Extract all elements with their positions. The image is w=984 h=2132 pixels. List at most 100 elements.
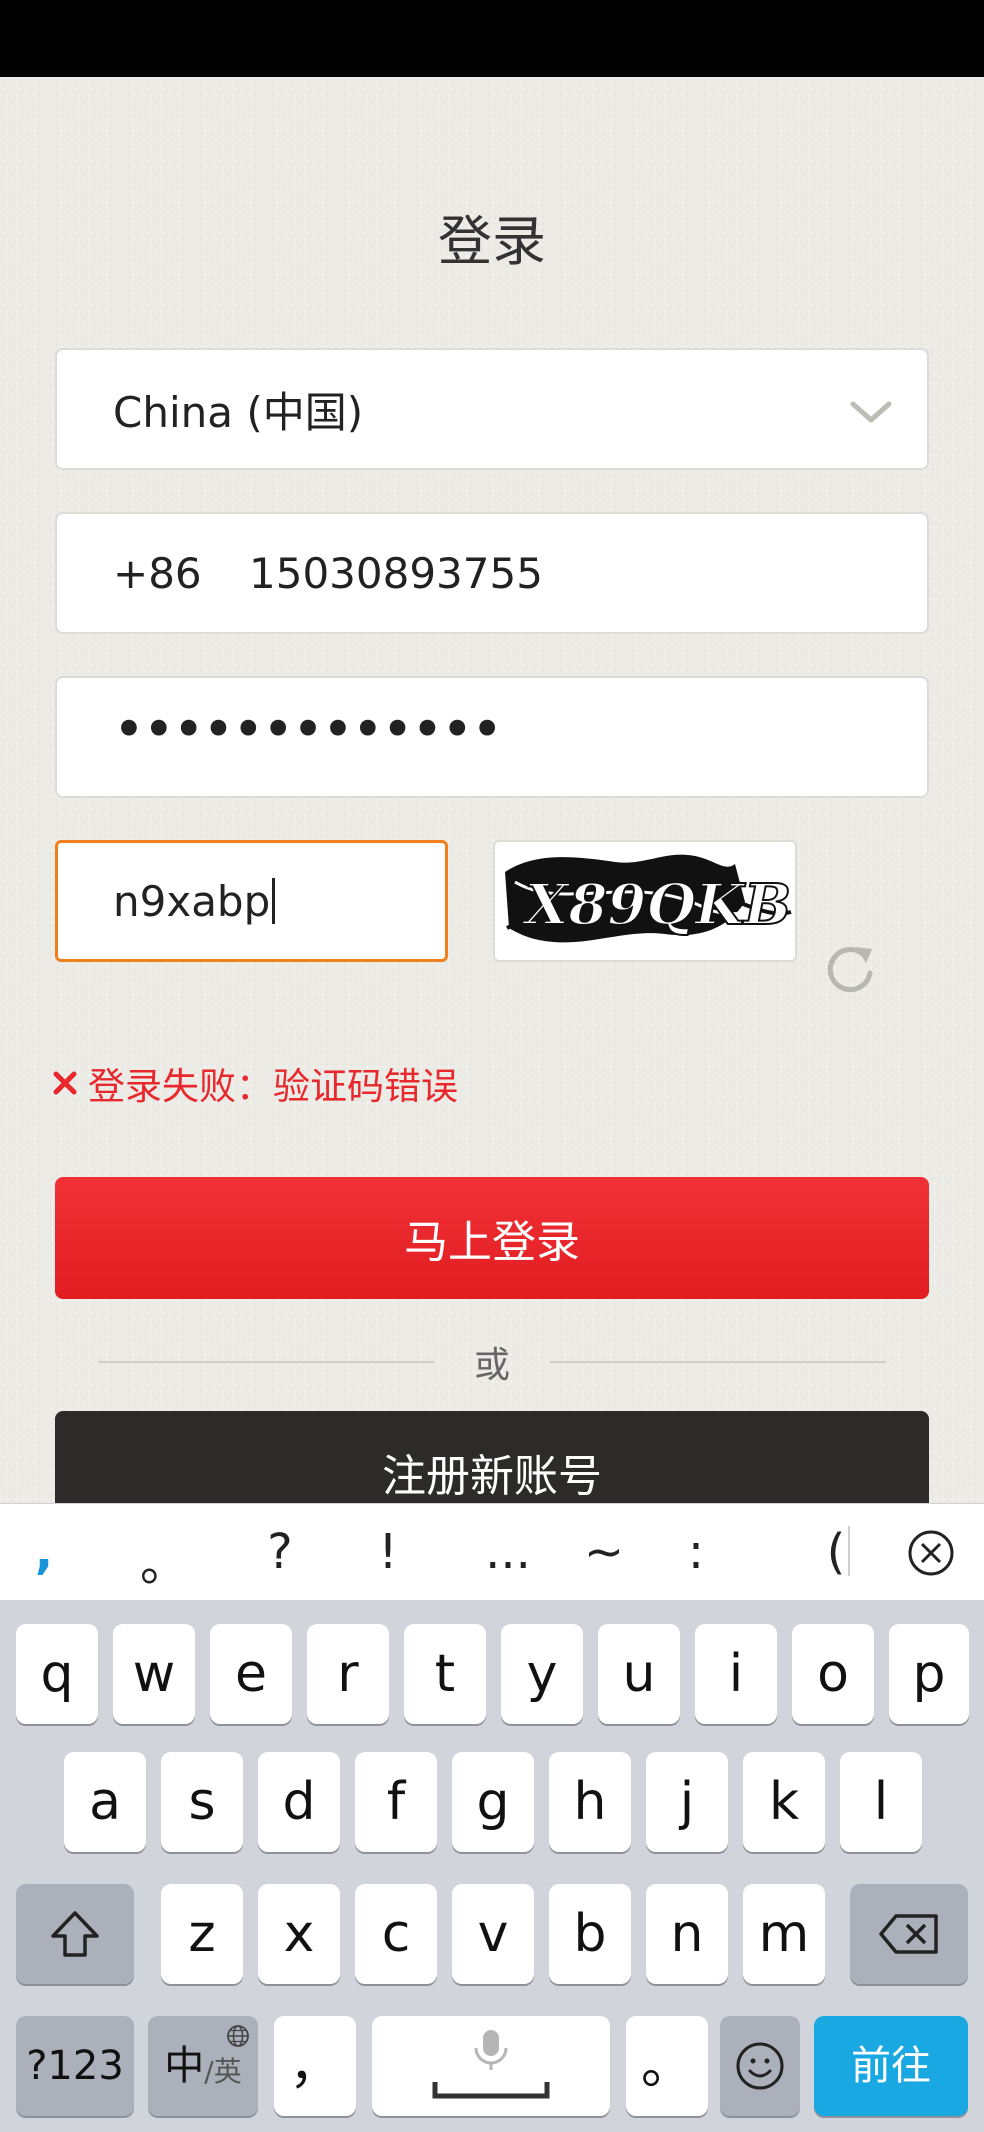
microphone-icon [432,2030,550,2099]
captcha-image[interactable]: X89QKB [493,840,797,962]
key-b[interactable]: b [549,1884,631,1984]
error-text: 登录失败：验证码错误 [88,1065,458,1108]
key-label: t [434,1644,456,1704]
key-label: w [132,1644,176,1704]
key-label: j [679,1772,695,1832]
divider-line-left [98,1361,434,1363]
punct-key-tilde[interactable]: ~ [574,1524,634,1580]
backspace-icon [879,1914,938,1954]
lang-key-sub-label: /英 [204,2055,242,2088]
key-label: y [526,1644,558,1704]
key-m[interactable]: m [743,1884,825,1984]
or-divider: 或 [98,1337,886,1387]
lang-key-main-label: 中 [164,2043,205,2089]
key-y[interactable]: y [501,1624,583,1724]
globe-icon [227,2025,249,2047]
punct-key-paren[interactable]: ( [806,1524,866,1580]
key-f[interactable]: f [355,1752,437,1852]
key-label: k [768,1772,800,1832]
phone-field[interactable]: +86 15030893755 [55,512,929,634]
punct-key-comma[interactable]: , [14,1524,74,1580]
mode-key-123[interactable]: ?123 [16,2016,134,2116]
key-label: z [188,1904,216,1964]
shift-key[interactable] [16,1884,134,1984]
keyboard: q w e r t y u i o p a s d f g h j k l z … [0,1600,984,2132]
status-bar [0,0,984,77]
key-label: r [337,1644,359,1704]
key-u[interactable]: u [598,1624,680,1724]
divider-line-right [550,1361,886,1363]
chevron-down-icon [850,401,892,423]
captcha-input[interactable]: n9xabp [55,840,448,962]
phone-prefix: +86 [113,548,202,598]
key-label: g [476,1772,510,1832]
key-j[interactable]: j [646,1752,728,1852]
punct-divider [848,1526,850,1576]
or-text: 或 [473,1345,510,1386]
key-label: q [40,1644,74,1704]
key-h[interactable]: h [549,1752,631,1852]
phone-number: 15030893755 [249,548,543,598]
key-x[interactable]: x [258,1884,340,1984]
key-d[interactable]: d [258,1752,340,1852]
text-caret [272,878,276,924]
keyboard-suggestion-bar: , 。 ? ! ... ~ : ( [0,1503,984,1600]
key-v[interactable]: v [452,1884,534,1984]
close-x-icon [53,1071,77,1095]
key-label: ， [288,2036,341,2096]
period-key[interactable]: 。 [626,2016,708,2116]
captcha-text: X89QKB [522,872,791,938]
key-k[interactable]: k [743,1752,825,1852]
key-label: h [573,1772,607,1832]
key-p[interactable]: p [889,1624,969,1724]
key-label: d [282,1772,316,1832]
error-message: 登录失败：验证码错误 [52,1056,458,1110]
key-r[interactable]: r [307,1624,389,1724]
key-n[interactable]: n [646,1884,728,1984]
key-label: n [670,1904,704,1964]
punct-key-question[interactable]: ? [250,1524,310,1580]
emoji-key[interactable] [720,2016,800,2116]
key-e[interactable]: e [210,1624,292,1724]
key-w[interactable]: w [113,1624,195,1724]
punct-key-exclaim[interactable]: ! [358,1524,418,1580]
key-label: o [817,1644,849,1704]
captcha-input-value: n9xabp [113,876,271,926]
key-label: l [873,1772,889,1832]
key-c[interactable]: c [355,1884,437,1984]
refresh-icon[interactable] [820,939,880,999]
country-select[interactable]: China (中国) [55,348,929,470]
space-key[interactable] [372,2016,610,2116]
key-z[interactable]: z [161,1884,243,1984]
key-label: i [728,1644,744,1704]
go-key[interactable]: 前往 [814,2016,968,2116]
key-label: 。 [640,2036,693,2096]
smiley-icon [736,2042,784,2090]
key-label: b [573,1904,607,1964]
key-label: p [912,1644,946,1704]
password-field[interactable]: ••••••••••••• [55,676,929,798]
backspace-key[interactable] [850,1884,968,1984]
punct-key-period[interactable]: 。 [134,1524,194,1594]
login-page: 登录 China (中国) +86 15030893755 ••••••••••… [0,77,984,1533]
language-switch-key[interactable]: 中 /英 [148,2016,258,2116]
key-g[interactable]: g [452,1752,534,1852]
key-s[interactable]: s [161,1752,243,1852]
circle-x-icon[interactable] [906,1528,956,1578]
key-label: x [283,1904,315,1964]
key-label: c [381,1904,411,1964]
punct-key-ellipsis[interactable]: ... [478,1524,538,1580]
key-q[interactable]: q [16,1624,98,1724]
key-a[interactable]: a [64,1752,146,1852]
password-value: ••••••••••••• [113,698,503,761]
key-i[interactable]: i [695,1624,777,1724]
country-value: China (中国) [113,387,364,437]
key-t[interactable]: t [404,1624,486,1724]
login-button[interactable]: 马上登录 [55,1177,929,1299]
key-o[interactable]: o [792,1624,874,1724]
punct-key-colon[interactable]: : [666,1524,726,1580]
key-label: ?123 [26,2043,124,2089]
key-l[interactable]: l [840,1752,922,1852]
comma-key[interactable]: ， [274,2016,356,2116]
key-label: u [622,1644,656,1704]
